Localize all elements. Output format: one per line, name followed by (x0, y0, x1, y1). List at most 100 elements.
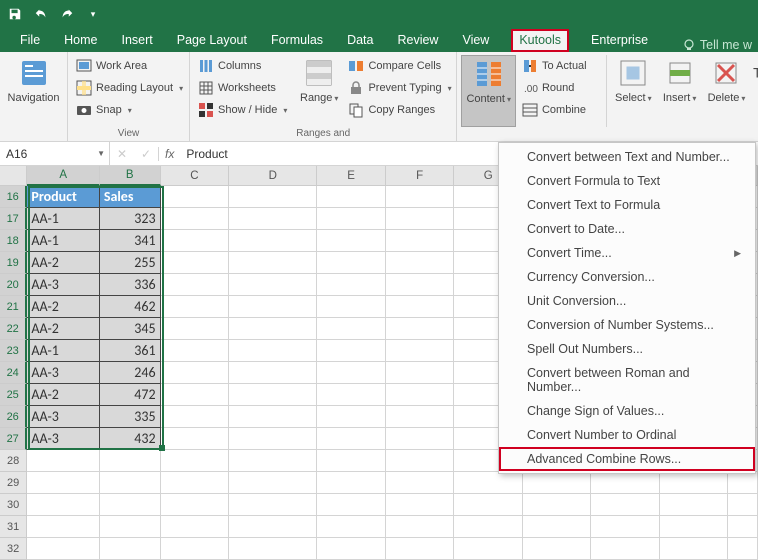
cell[interactable] (229, 428, 317, 450)
save-icon[interactable] (6, 5, 24, 23)
cell[interactable] (100, 450, 161, 472)
cell[interactable]: Product (27, 186, 99, 208)
cell[interactable] (523, 494, 592, 516)
cell[interactable]: 335 (100, 406, 161, 428)
cell[interactable]: AA-1 (27, 208, 99, 230)
cell[interactable] (317, 538, 386, 560)
cell[interactable] (161, 516, 230, 538)
cell[interactable] (229, 186, 317, 208)
cell[interactable]: AA-3 (27, 274, 99, 296)
cell[interactable]: AA-3 (27, 362, 99, 384)
cell[interactable]: 255 (100, 252, 161, 274)
cell[interactable] (386, 538, 455, 560)
range-button[interactable]: Range (296, 55, 342, 127)
cell[interactable] (386, 318, 455, 340)
cell[interactable] (523, 516, 592, 538)
combine-button[interactable]: Combine (518, 99, 602, 121)
cell[interactable] (317, 450, 386, 472)
cell[interactable] (386, 516, 455, 538)
tab-data[interactable]: Data (345, 29, 375, 52)
copy-ranges-button[interactable]: Copy Ranges (344, 99, 452, 121)
cell[interactable]: 462 (100, 296, 161, 318)
cell[interactable] (100, 538, 161, 560)
cell[interactable] (161, 340, 230, 362)
to-actual-button[interactable]: To Actual (518, 55, 602, 77)
cell[interactable] (27, 450, 99, 472)
cell[interactable] (161, 186, 230, 208)
cell[interactable] (728, 538, 758, 560)
cell[interactable] (161, 208, 230, 230)
cell[interactable] (317, 384, 386, 406)
tab-kutools[interactable]: Kutools (511, 29, 569, 52)
cell[interactable] (317, 296, 386, 318)
cell[interactable] (454, 538, 523, 560)
row-header[interactable]: 28 (0, 450, 27, 472)
enter-formula-icon[interactable]: ✓ (134, 147, 158, 161)
cell[interactable] (229, 450, 317, 472)
cell[interactable]: Sales (100, 186, 161, 208)
cell[interactable]: AA-3 (27, 406, 99, 428)
cell[interactable] (229, 472, 317, 494)
menu-item[interactable]: Convert Formula to Text (499, 169, 755, 193)
cell[interactable]: 246 (100, 362, 161, 384)
cell[interactable] (386, 230, 455, 252)
row-header[interactable]: 25 (0, 384, 27, 406)
text-button[interactable]: T (751, 55, 758, 127)
cell[interactable] (317, 428, 386, 450)
cell[interactable]: AA-2 (27, 318, 99, 340)
cell[interactable] (100, 472, 161, 494)
cell[interactable]: 336 (100, 274, 161, 296)
cell[interactable] (728, 516, 758, 538)
columns-button[interactable]: Columns (194, 55, 294, 77)
cell[interactable]: 361 (100, 340, 161, 362)
cell[interactable]: 472 (100, 384, 161, 406)
menu-item[interactable]: Convert between Roman and Number... (499, 361, 755, 399)
tab-file[interactable]: File (18, 29, 42, 52)
tab-view[interactable]: View (460, 29, 491, 52)
cell[interactable] (161, 472, 230, 494)
row-header[interactable]: 30 (0, 494, 27, 516)
cell[interactable] (386, 186, 455, 208)
cell[interactable] (523, 472, 592, 494)
cell[interactable] (161, 252, 230, 274)
cell[interactable] (386, 296, 455, 318)
cell[interactable] (728, 494, 758, 516)
delete-button[interactable]: Delete (704, 55, 750, 127)
cell[interactable] (229, 406, 317, 428)
content-button[interactable]: Content (461, 55, 516, 127)
fx-icon[interactable]: fx (158, 147, 180, 161)
cell[interactable] (100, 494, 161, 516)
cell[interactable]: AA-2 (27, 384, 99, 406)
cell[interactable] (386, 384, 455, 406)
menu-item[interactable]: Spell Out Numbers... (499, 337, 755, 361)
menu-item[interactable]: Convert to Date... (499, 217, 755, 241)
undo-icon[interactable] (32, 5, 50, 23)
redo-icon[interactable] (58, 5, 76, 23)
col-header-d[interactable]: D (229, 166, 317, 186)
compare-cells-button[interactable]: Compare Cells (344, 55, 452, 77)
cell[interactable] (454, 472, 523, 494)
cell[interactable] (386, 450, 455, 472)
row-header[interactable]: 17 (0, 208, 27, 230)
cell[interactable] (161, 296, 230, 318)
select-button[interactable]: Select (611, 55, 656, 127)
menu-item[interactable]: Advanced Combine Rows... (499, 447, 755, 471)
cell[interactable] (229, 494, 317, 516)
cell[interactable]: AA-1 (27, 230, 99, 252)
cell[interactable] (386, 494, 455, 516)
cell[interactable] (229, 252, 317, 274)
cell[interactable] (386, 428, 455, 450)
cell[interactable] (317, 208, 386, 230)
cell[interactable]: AA-2 (27, 252, 99, 274)
row-header[interactable]: 21 (0, 296, 27, 318)
cell[interactable] (317, 252, 386, 274)
cell[interactable] (100, 516, 161, 538)
cell[interactable] (386, 406, 455, 428)
reading-layout-button[interactable]: Reading Layout (72, 77, 187, 99)
cell[interactable] (229, 318, 317, 340)
cell[interactable] (728, 472, 758, 494)
cell[interactable] (229, 274, 317, 296)
cell[interactable] (386, 274, 455, 296)
insert-button[interactable]: Insert (658, 55, 702, 127)
menu-item[interactable]: Convert Text to Formula (499, 193, 755, 217)
